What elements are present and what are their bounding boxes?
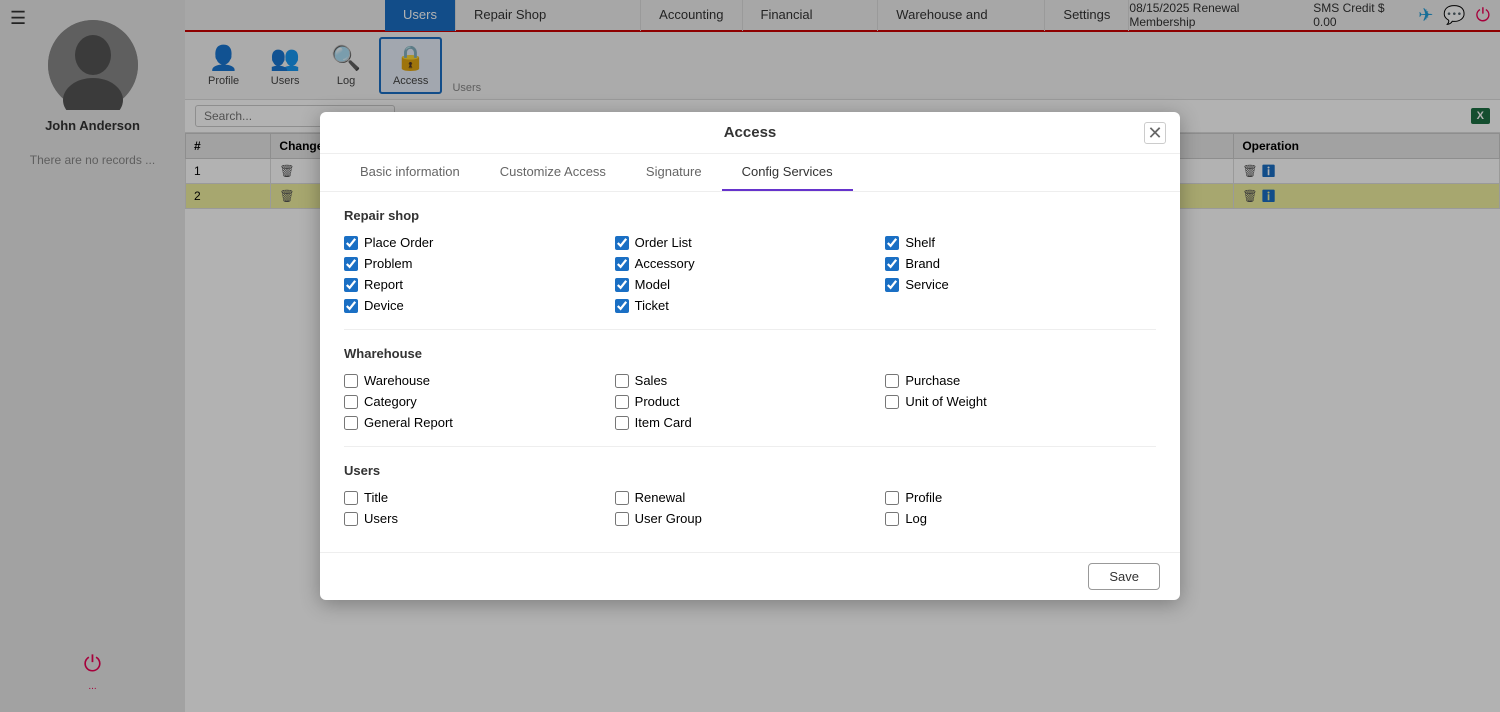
checkbox-label: Problem: [364, 256, 412, 271]
checkbox-label: Purchase: [905, 373, 960, 388]
checkbox-report[interactable]: [344, 278, 358, 292]
checkbox-item: Item Card: [615, 415, 886, 430]
checkbox-profile[interactable]: [885, 491, 899, 505]
tab-signature[interactable]: Signature: [626, 154, 722, 191]
checkbox-label: Accessory: [635, 256, 695, 271]
access-modal: Access ✕ Basic information Customize Acc…: [320, 112, 1180, 600]
checkbox-accessory[interactable]: [615, 257, 629, 271]
tab-basic-info[interactable]: Basic information: [340, 154, 480, 191]
checkbox-item: General Report: [344, 415, 615, 430]
checkbox-label: Sales: [635, 373, 668, 388]
checkbox-warehouse[interactable]: [344, 374, 358, 388]
tab-config-services[interactable]: Config Services: [722, 154, 853, 191]
checkbox-label: Model: [635, 277, 670, 292]
checkbox-label: Item Card: [635, 415, 692, 430]
checkbox-label: Unit of Weight: [905, 394, 986, 409]
checkbox-title[interactable]: [344, 491, 358, 505]
modal-title: Access: [724, 124, 777, 141]
checkbox-item: Renewal: [615, 490, 886, 505]
checkbox-purchase[interactable]: [885, 374, 899, 388]
section-grid-0: Place Order Order List Shelf Problem Acc…: [344, 235, 1156, 313]
checkbox-item: [885, 415, 1156, 430]
section-title-0: Repair shop: [344, 208, 1156, 223]
checkbox-label: Brand: [905, 256, 940, 271]
checkbox-item: Users: [344, 511, 615, 526]
checkbox-log[interactable]: [885, 512, 899, 526]
checkbox-item: Ticket: [615, 298, 886, 313]
checkbox-unit-of-weight[interactable]: [885, 395, 899, 409]
checkbox-product[interactable]: [615, 395, 629, 409]
checkbox-label: Product: [635, 394, 680, 409]
checkbox-category[interactable]: [344, 395, 358, 409]
checkbox-label: Place Order: [364, 235, 433, 250]
section-title-1: Wharehouse: [344, 346, 1156, 361]
checkbox-item: [885, 298, 1156, 313]
checkbox-place-order[interactable]: [344, 236, 358, 250]
checkbox-label: Ticket: [635, 298, 669, 313]
checkbox-item: Place Order: [344, 235, 615, 250]
checkbox-brand[interactable]: [885, 257, 899, 271]
checkbox-label: General Report: [364, 415, 453, 430]
checkbox-shelf[interactable]: [885, 236, 899, 250]
checkbox-item: Shelf: [885, 235, 1156, 250]
checkbox-item-card[interactable]: [615, 416, 629, 430]
modal-body: Repair shop Place Order Order List Shelf…: [320, 192, 1180, 552]
checkbox-label: Shelf: [905, 235, 935, 250]
checkbox-label: User Group: [635, 511, 702, 526]
modal-header: Access ✕: [320, 112, 1180, 154]
section-title-2: Users: [344, 463, 1156, 478]
checkbox-label: Profile: [905, 490, 942, 505]
checkbox-model[interactable]: [615, 278, 629, 292]
checkbox-item: Profile: [885, 490, 1156, 505]
checkbox-item: Product: [615, 394, 886, 409]
checkbox-label: Title: [364, 490, 388, 505]
checkbox-item: Report: [344, 277, 615, 292]
checkbox-item: Unit of Weight: [885, 394, 1156, 409]
checkbox-item: User Group: [615, 511, 886, 526]
checkbox-label: Users: [364, 511, 398, 526]
checkbox-label: Warehouse: [364, 373, 430, 388]
checkbox-label: Order List: [635, 235, 692, 250]
section-divider: [344, 446, 1156, 447]
checkbox-general-report[interactable]: [344, 416, 358, 430]
checkbox-label: Renewal: [635, 490, 686, 505]
checkbox-renewal[interactable]: [615, 491, 629, 505]
checkbox-label: Service: [905, 277, 948, 292]
section-grid-1: Warehouse Sales Purchase Category Produc…: [344, 373, 1156, 430]
checkbox-item: Service: [885, 277, 1156, 292]
checkbox-ticket[interactable]: [615, 299, 629, 313]
checkbox-sales[interactable]: [615, 374, 629, 388]
tab-customize-access[interactable]: Customize Access: [480, 154, 626, 191]
modal-footer: Save: [320, 552, 1180, 600]
modal-overlay: Access ✕ Basic information Customize Acc…: [0, 0, 1500, 712]
section-divider: [344, 329, 1156, 330]
checkbox-label: Report: [364, 277, 403, 292]
checkbox-item: Device: [344, 298, 615, 313]
checkbox-label: Log: [905, 511, 927, 526]
checkbox-item: Sales: [615, 373, 886, 388]
checkbox-item: Order List: [615, 235, 886, 250]
checkbox-order-list[interactable]: [615, 236, 629, 250]
checkbox-item: Accessory: [615, 256, 886, 271]
checkbox-device[interactable]: [344, 299, 358, 313]
checkbox-item: Log: [885, 511, 1156, 526]
checkbox-label: Category: [364, 394, 417, 409]
checkbox-item: Purchase: [885, 373, 1156, 388]
checkbox-item: Model: [615, 277, 886, 292]
checkbox-service[interactable]: [885, 278, 899, 292]
modal-close-btn[interactable]: ✕: [1144, 122, 1166, 144]
save-button[interactable]: Save: [1088, 563, 1160, 590]
checkbox-item: Warehouse: [344, 373, 615, 388]
checkbox-users[interactable]: [344, 512, 358, 526]
checkbox-label: Device: [364, 298, 404, 313]
checkbox-item: Category: [344, 394, 615, 409]
section-grid-2: Title Renewal Profile Users User Group L…: [344, 490, 1156, 526]
modal-tabs: Basic information Customize Access Signa…: [320, 154, 1180, 192]
checkbox-user-group[interactable]: [615, 512, 629, 526]
checkbox-item: Title: [344, 490, 615, 505]
checkbox-item: Brand: [885, 256, 1156, 271]
checkbox-problem[interactable]: [344, 257, 358, 271]
checkbox-item: Problem: [344, 256, 615, 271]
